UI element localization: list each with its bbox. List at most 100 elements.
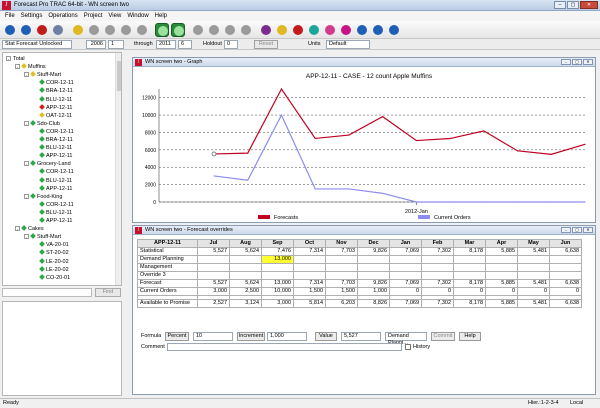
- tree-item[interactable]: CO-20-01: [33, 273, 70, 282]
- grid-cell[interactable]: 8,178: [453, 247, 486, 256]
- holdout-field[interactable]: 0: [224, 40, 238, 49]
- tree-item[interactable]: BLU-12-11: [33, 176, 72, 185]
- grid-cell[interactable]: 1,500: [325, 287, 358, 296]
- close-button[interactable]: ✕: [580, 1, 598, 9]
- menu-item-window[interactable]: Window: [124, 11, 151, 21]
- toolbar-button-16[interactable]: [259, 23, 273, 37]
- grid-cell[interactable]: 2,527: [197, 299, 230, 308]
- find-button[interactable]: Find: [95, 288, 121, 297]
- tree-item[interactable]: - Food-King: [24, 192, 62, 201]
- grid-cell[interactable]: 3,124: [229, 299, 262, 308]
- grid-cell[interactable]: 9,826: [357, 247, 390, 256]
- tree-item[interactable]: BRA-12-11: [33, 87, 73, 95]
- tree-item[interactable]: APP-12-11: [33, 217, 73, 225]
- grid-cell[interactable]: 5,481: [517, 279, 550, 288]
- start-period-field[interactable]: 1: [108, 40, 124, 49]
- grid-cell[interactable]: 5,624: [229, 279, 262, 288]
- grid-cell[interactable]: [517, 271, 550, 280]
- grid-cell[interactable]: 3,000: [261, 299, 294, 308]
- grid-cell[interactable]: [229, 255, 262, 264]
- collapse-toggle-icon[interactable]: -: [15, 226, 20, 232]
- toolbar-button-4[interactable]: [51, 23, 65, 37]
- grid-cell[interactable]: [389, 263, 422, 272]
- help-button[interactable]: Help: [459, 332, 481, 341]
- grid-cell[interactable]: 6,203: [325, 299, 358, 308]
- percent-field[interactable]: 10: [193, 332, 233, 341]
- grid-cell[interactable]: 1,500: [293, 287, 326, 296]
- collapse-toggle-icon[interactable]: -: [6, 56, 11, 61]
- grid-cell[interactable]: 7,069: [389, 299, 422, 308]
- value-field[interactable]: 5,527: [341, 332, 381, 341]
- toolbar-button-12[interactable]: [191, 23, 205, 37]
- toolbar-button-7[interactable]: [103, 23, 117, 37]
- tree-item[interactable]: - Total: [6, 55, 25, 63]
- grid-cell[interactable]: 0: [453, 287, 486, 296]
- tree-item[interactable]: BLU-12-11: [33, 144, 72, 152]
- toolbar-button-11[interactable]: [171, 23, 185, 37]
- restore-button[interactable]: ▢: [572, 59, 582, 65]
- grid-cell[interactable]: 2,500: [229, 287, 262, 296]
- grid-cell[interactable]: 5,624: [229, 247, 262, 256]
- grid-cell[interactable]: 7,314: [293, 247, 326, 256]
- grid-cell[interactable]: [229, 263, 262, 272]
- tree-item[interactable]: BLU-12-11: [33, 209, 72, 217]
- collapse-toggle-icon[interactable]: -: [24, 120, 29, 126]
- grid-cell[interactable]: 0: [389, 287, 422, 296]
- tree-item[interactable]: ST-20-02: [33, 249, 69, 257]
- grid-cell[interactable]: [389, 271, 422, 280]
- grid-cell[interactable]: [453, 263, 486, 272]
- tree-item[interactable]: VA-20-01: [33, 241, 69, 249]
- grid-cell[interactable]: 6,638: [549, 247, 582, 256]
- grid-cell[interactable]: 5,885: [485, 247, 518, 256]
- toolbar-button-2[interactable]: [19, 23, 33, 37]
- close-button[interactable]: ✕: [583, 227, 593, 233]
- grid-cell[interactable]: 10,000: [261, 287, 294, 296]
- toolbar-button-3[interactable]: [35, 23, 49, 37]
- tree-item[interactable]: APP-12-11: [33, 152, 73, 160]
- toolbar-button-21[interactable]: [339, 23, 353, 37]
- grid-cell[interactable]: [325, 255, 358, 264]
- override-row-dropdown[interactable]: Demand Planni...: [385, 332, 427, 346]
- find-input[interactable]: [2, 288, 92, 297]
- grid-cell[interactable]: 5,481: [517, 247, 550, 256]
- grid-cell[interactable]: [485, 255, 518, 264]
- tree-scrollbar[interactable]: [115, 53, 121, 285]
- minimize-button[interactable]: ‒: [554, 1, 566, 9]
- toolbar-button-13[interactable]: [207, 23, 221, 37]
- increment-field[interactable]: 1,000: [267, 332, 307, 341]
- grid-cell[interactable]: [517, 263, 550, 272]
- grid-cell[interactable]: 7,302: [421, 247, 454, 256]
- tree-item[interactable]: - Stuff-Mart: [24, 233, 61, 241]
- grid-cell[interactable]: 7,703: [325, 247, 358, 256]
- grid-cell[interactable]: [549, 263, 582, 272]
- toolbar-button-22[interactable]: [355, 23, 369, 37]
- toolbar-button-6[interactable]: [87, 23, 101, 37]
- units-dropdown[interactable]: Default: [326, 40, 370, 49]
- toolbar-button-23[interactable]: [371, 23, 385, 37]
- menu-item-project[interactable]: Project: [81, 11, 106, 21]
- grid-cell[interactable]: 5,481: [517, 299, 550, 308]
- grid-cell[interactable]: 1,000: [357, 287, 390, 296]
- grid-cell[interactable]: [229, 271, 262, 280]
- end-period-field[interactable]: 6: [178, 40, 192, 49]
- reset-button[interactable]: Reset: [254, 40, 278, 49]
- percent-button[interactable]: Percent: [165, 332, 189, 341]
- minimize-button[interactable]: ‒: [561, 59, 571, 65]
- menu-item-file[interactable]: File: [2, 11, 18, 21]
- grid-cell[interactable]: [261, 271, 294, 280]
- grid-cell[interactable]: 5,885: [485, 279, 518, 288]
- tree-item[interactable]: LE-20-02: [33, 265, 69, 274]
- toolbar-button-1[interactable]: [3, 23, 17, 37]
- tree-item[interactable]: COR-12-11: [33, 168, 74, 176]
- increment-button[interactable]: Increment: [237, 332, 265, 341]
- grid-cell[interactable]: [197, 271, 230, 280]
- toolbar-button-17[interactable]: [275, 23, 289, 37]
- end-year-field[interactable]: 2011: [156, 40, 176, 49]
- grid-cell[interactable]: [453, 271, 486, 280]
- grid-cell[interactable]: [357, 255, 390, 264]
- collapse-toggle-icon[interactable]: -: [24, 193, 29, 199]
- scrollbar-thumb[interactable]: [117, 61, 121, 91]
- collapse-toggle-icon[interactable]: -: [15, 64, 20, 70]
- grid-cell[interactable]: [453, 255, 486, 264]
- grid-cell[interactable]: [421, 271, 454, 280]
